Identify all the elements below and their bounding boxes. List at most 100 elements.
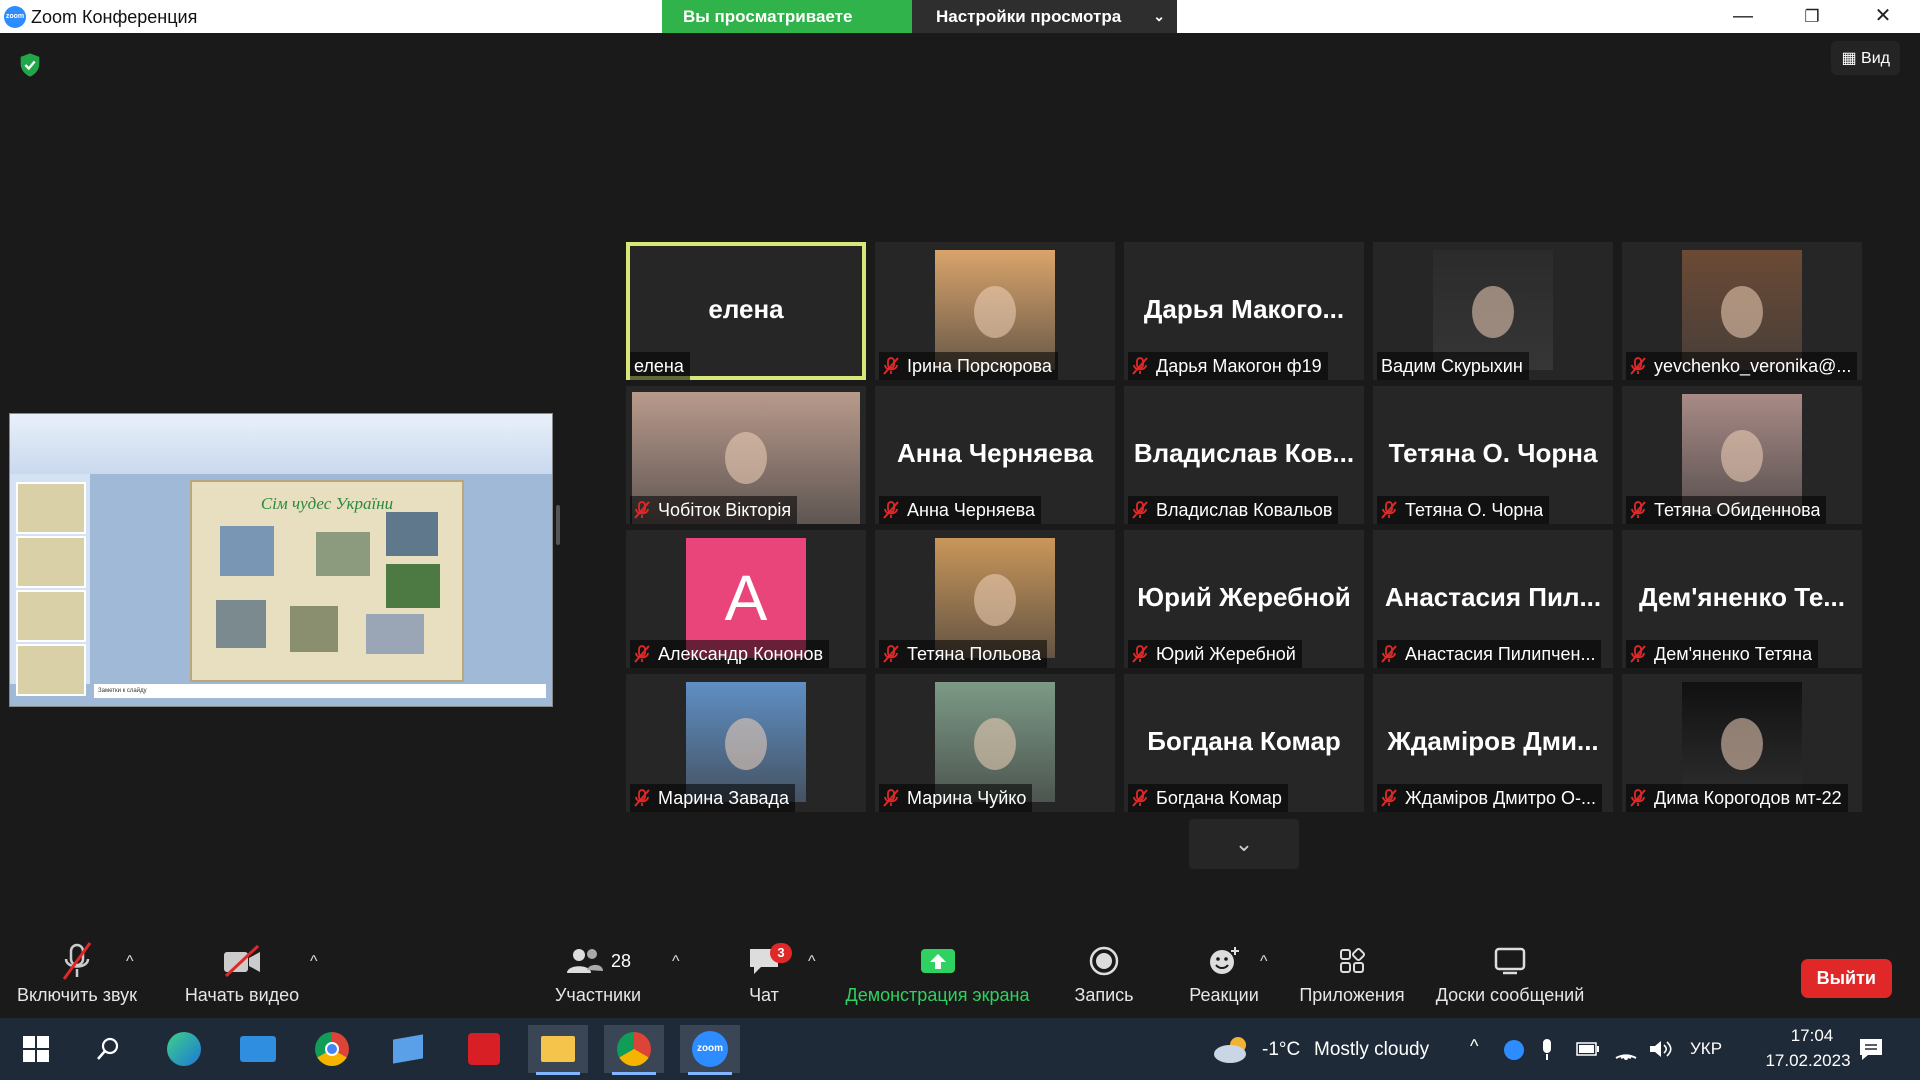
participant-tile[interactable]: Юрий Жеребной Юрий Жеребной: [1124, 530, 1364, 668]
weather-description[interactable]: Mostly cloudy: [1314, 1039, 1429, 1061]
chat-unread-badge: 3: [770, 943, 792, 963]
participant-tile[interactable]: yevchenko_veronika@...: [1622, 242, 1862, 380]
record-button[interactable]: Запись: [1064, 939, 1144, 1006]
participant-tile[interactable]: Марина Завада: [626, 674, 866, 812]
participant-name: Ждаміров Дмитро О-...: [1405, 788, 1596, 808]
wifi-icon[interactable]: [1614, 1038, 1638, 1060]
taskbar-edge[interactable]: [154, 1025, 214, 1073]
clock-date[interactable]: 17.02.2023: [1744, 1051, 1872, 1071]
keyboard-language[interactable]: УКР: [1690, 1039, 1722, 1059]
taskbar-chrome-profile[interactable]: [604, 1025, 664, 1075]
leave-button[interactable]: Выйти: [1800, 959, 1892, 998]
folder-icon: [541, 1036, 575, 1062]
share-screen-button[interactable]: Демонстрация экрана: [840, 939, 1035, 1006]
volume-icon[interactable]: [1648, 1038, 1672, 1060]
split-handle[interactable]: [556, 505, 560, 545]
participant-tile[interactable]: Ждаміров Дми... Ждаміров Дмитро О-...: [1373, 674, 1613, 812]
unmute-button[interactable]: Включить звук: [12, 939, 142, 1006]
participant-tile[interactable]: Тетяна Обиденнова: [1622, 386, 1862, 524]
powerpoint-ribbon: [10, 414, 552, 474]
microphone-muted-icon: [1132, 357, 1148, 375]
view-button[interactable]: ▦ Вид: [1831, 41, 1900, 75]
participant-tile[interactable]: Тетяна О. Чорна Тетяна О. Чорна: [1373, 386, 1613, 524]
participant-name: Дима Корогодов мт-22: [1654, 788, 1842, 808]
weather-temperature[interactable]: -1°C: [1262, 1039, 1300, 1061]
participants-options-caret[interactable]: ^: [672, 953, 680, 971]
microphone-muted-icon: [1630, 789, 1646, 807]
taskbar-mail[interactable]: [228, 1025, 288, 1073]
microphone-muted-icon: [883, 789, 899, 807]
next-page-button[interactable]: ⌄: [1189, 819, 1299, 869]
participant-tile[interactable]: Чобіток Вікторія: [626, 386, 866, 524]
participant-name-label: Юрий Жеребной: [1128, 640, 1302, 668]
security-shield-icon[interactable]: [16, 51, 44, 79]
microphone-muted-icon: [1630, 501, 1646, 519]
participant-tile[interactable]: Анастасия Пил... Анастасия Пилипчен...: [1373, 530, 1613, 668]
participant-tile[interactable]: Дарья Макого... Дарья Макогон ф19: [1124, 242, 1364, 380]
participant-name-label: Марина Чуйко: [879, 784, 1033, 812]
taskbar-chrome[interactable]: [302, 1025, 362, 1073]
close-button[interactable]: ✕: [1850, 0, 1916, 33]
record-icon: [1089, 946, 1119, 976]
participant-tile[interactable]: Вадим Скурыхин: [1373, 242, 1613, 380]
participant-tile[interactable]: A Александр Кононов: [626, 530, 866, 668]
notification-center-icon[interactable]: [1858, 1037, 1884, 1061]
start-button[interactable]: [6, 1025, 66, 1073]
taskbar-file-explorer[interactable]: [528, 1025, 588, 1075]
taskbar-zoom[interactable]: zoom: [680, 1025, 740, 1075]
reaction-smiley-icon: [1210, 947, 1239, 974]
battery-icon[interactable]: [1576, 1042, 1600, 1056]
taskbar-acrobat[interactable]: [454, 1025, 514, 1073]
chrome-browser-icon: [315, 1032, 349, 1066]
participant-name-display: Дем'яненко Те...: [1639, 582, 1845, 612]
share-banner: Вы просматриваете экран елена Настройки …: [662, 0, 1177, 59]
slide-image: [386, 512, 438, 556]
chevron-down-icon: ⌄: [1153, 8, 1165, 24]
participant-tile[interactable]: Дима Корогодов мт-22: [1622, 674, 1862, 812]
shared-screen[interactable]: Сім чудес України Заметки к слайду: [9, 413, 553, 707]
participant-name-display: Владислав Ков...: [1133, 438, 1355, 468]
participant-tile[interactable]: Тетяна Польова: [875, 530, 1115, 668]
participant-tile[interactable]: елена елена: [626, 242, 866, 380]
microphone-tray-icon[interactable]: [1540, 1038, 1554, 1062]
participant-tile[interactable]: Богдана Комар Богдана Комар: [1124, 674, 1364, 812]
participant-name-label: yevchenko_veronika@...: [1626, 352, 1858, 380]
slide-thumbnail: [16, 644, 86, 696]
participant-name: Юрий Жеребной: [1156, 644, 1296, 664]
search-button[interactable]: [78, 1025, 138, 1073]
participant-tile[interactable]: Владислав Ков... Владислав Ковальов: [1124, 386, 1364, 524]
start-video-button[interactable]: Начать видео: [182, 939, 302, 1006]
minimize-button[interactable]: —: [1710, 0, 1776, 33]
participant-name-display: елена: [708, 294, 784, 324]
zoom-tray-icon[interactable]: [1504, 1040, 1524, 1060]
participant-name-label: Ірина Порсюрова: [879, 352, 1058, 380]
participant-tile[interactable]: Дем'яненко Те... Дем'яненко Тетяна: [1622, 530, 1862, 668]
view-options-dropdown[interactable]: Настройки просмотра ⌄: [912, 0, 1177, 33]
microphone-muted-icon: [634, 501, 650, 519]
taskbar-computer[interactable]: [378, 1025, 438, 1073]
participant-name: елена: [634, 356, 684, 376]
video-options-caret[interactable]: ^: [310, 953, 318, 971]
reactions-options-caret[interactable]: ^: [1260, 953, 1268, 971]
slide-notes: Заметки к слайду: [94, 684, 546, 698]
participants-button[interactable]: 28 Участники: [548, 939, 648, 1006]
participant-tile[interactable]: Марина Чуйко: [875, 674, 1115, 812]
slide-image: [386, 564, 440, 608]
clock-time[interactable]: 17:04: [1762, 1026, 1862, 1046]
participant-name-display: Ждаміров Дми...: [1387, 726, 1599, 756]
whiteboards-button[interactable]: Доски сообщений: [1430, 939, 1590, 1006]
participant-tile[interactable]: Анна Черняева Анна Черняева: [875, 386, 1115, 524]
participant-tile[interactable]: Ірина Порсюрова: [875, 242, 1115, 380]
windows-logo-icon: [23, 1036, 49, 1062]
participant-name-label: Тетяна О. Чорна: [1377, 496, 1550, 524]
slide-image: [216, 600, 266, 648]
reactions-button[interactable]: Реакции: [1180, 939, 1268, 1006]
mail-icon: [240, 1036, 276, 1062]
audio-options-caret[interactable]: ^: [126, 953, 134, 971]
microphone-muted-icon: [1132, 789, 1148, 807]
chat-options-caret[interactable]: ^: [808, 953, 816, 971]
microphone-muted-icon: [634, 789, 650, 807]
apps-button[interactable]: Приложения: [1292, 939, 1412, 1006]
chevron-up-icon[interactable]: ^: [1470, 1036, 1478, 1057]
restore-button[interactable]: ❐: [1779, 0, 1845, 33]
